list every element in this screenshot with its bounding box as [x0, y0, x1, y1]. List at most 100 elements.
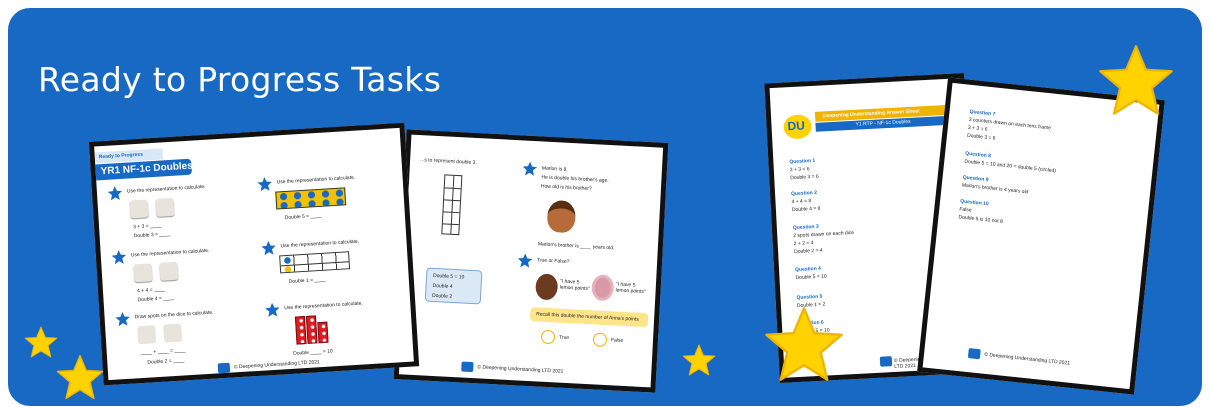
task-sheet-page-2: ...s to represent double 3. Marlon is 8.… — [393, 129, 669, 393]
answer-question: Question 4 — [794, 265, 822, 274]
blank-dice — [137, 325, 157, 345]
equation: Double 3 = ____ — [133, 231, 171, 240]
question-star-icon — [257, 177, 272, 192]
question-star-icon — [522, 161, 538, 176]
question-prompt: Use the representation to calculate. — [126, 183, 206, 195]
answer-sheet-page-2: Question 7 3 counters drawn on each tens… — [917, 77, 1165, 395]
answer-line: 4 + 4 = 8 — [791, 198, 812, 206]
false-option[interactable] — [592, 332, 608, 348]
girl-avatar — [535, 273, 559, 301]
answer-question: Question 7 — [969, 108, 996, 118]
answer-question: Question 5 — [796, 293, 823, 302]
question-prompt: Use the representation to calculate. — [276, 174, 356, 186]
du-logo-small — [217, 362, 231, 374]
du-logo-text: DU — [787, 118, 806, 134]
sheet-footer: © Deepening Understanding LTD 2021 — [983, 351, 1071, 367]
du-logo-small — [879, 356, 893, 367]
answer-line: False — [959, 206, 972, 214]
equation: Double 4 = ____ — [137, 294, 175, 304]
ten-frame-partial — [279, 251, 351, 274]
answer-box: Double 5 = 10 Double 4 Double 2 — [424, 267, 483, 305]
question-star-icon — [107, 186, 123, 201]
question-text: True or False? — [536, 257, 570, 266]
question-star-icon — [111, 250, 127, 265]
question-star-icon — [115, 311, 130, 327]
equation: Double ____ = 10 — [292, 348, 333, 357]
answer-line: Double 3 = 6 — [966, 132, 996, 142]
dice — [129, 199, 149, 219]
star-icon — [24, 326, 58, 358]
answer-box-line: Double 2 — [431, 292, 453, 300]
answer-question: Question 8 — [964, 150, 992, 160]
tens-frame-vertical — [441, 174, 463, 236]
question-prompt: Use the representation to calculate. — [280, 238, 360, 250]
answer-subheader: Y1 RTP - NF-1c Doubles — [855, 118, 911, 128]
speech-text: "I have 5 lemon points" — [559, 278, 590, 293]
answer-line: 3 + 3 = 6 — [967, 124, 988, 133]
answer-line: Double 2 = 4 — [793, 247, 823, 256]
equation: 3 + 3 = ____ — [132, 222, 162, 231]
question-star-icon — [265, 302, 280, 318]
answer-line: Marlon's brother is ____ years old. — [537, 241, 615, 252]
star-icon — [56, 354, 104, 400]
answer-line: Double 5 = 10 and 20 = double 5 (circled… — [964, 158, 1057, 175]
question-prompt: Use the representation to calculate. — [130, 247, 210, 259]
blank-dice — [163, 323, 183, 343]
task-sheet: Ready to Progress YR1 NF-1c Doubles Use … — [88, 122, 420, 386]
cube-tower — [317, 321, 329, 344]
answer-box-line: Double 5 = 10 — [432, 272, 465, 281]
answer-question: Question 2 — [790, 189, 818, 198]
equation: ____ + ____ = ____ — [140, 347, 186, 357]
du-logo-small — [967, 348, 981, 360]
question-text: How old is his brother? — [540, 183, 592, 193]
dice — [155, 197, 175, 217]
answer-line: Double 4 = 8 — [791, 205, 821, 214]
equation: Double 5 = ____ — [284, 212, 322, 222]
equation: Double 2 = ____ — [147, 357, 185, 366]
answer-line: Double 3 = 6 — [790, 173, 819, 182]
sheet-heading: YR1 NF-1c Doubles — [100, 160, 194, 178]
answer-question: Question 1 — [789, 157, 816, 166]
sheet-footer: © Deepening Understanding LTD 2021 — [477, 364, 564, 375]
dice — [159, 261, 179, 281]
question-text: Marlon is 8. — [541, 165, 568, 173]
woman-avatar — [591, 274, 615, 302]
equation: 4 + 4 = ____ — [136, 286, 166, 295]
cube-tower — [294, 316, 307, 345]
cube-tower — [305, 315, 318, 344]
true-option[interactable] — [540, 329, 556, 345]
star-icon — [765, 307, 843, 381]
du-logo-small — [461, 361, 474, 373]
answer-line: 2 spots drawn on each dice — [793, 229, 855, 240]
dice — [133, 263, 153, 283]
answer-line: Double 5 = 10 — [795, 273, 827, 282]
answer-box-line: Double 4 — [432, 282, 453, 290]
answer-line: Double 5 is 10 not 8 — [958, 214, 1004, 225]
speech-text: "I have 5 lemon points" — [615, 281, 646, 296]
answer-question: Question 3 — [792, 223, 819, 232]
question-star-icon — [517, 253, 533, 268]
question-prompt: Use the representation to calculate. — [284, 300, 364, 312]
answer-line: 2 + 2 = 4 — [793, 240, 814, 248]
star-icon — [1099, 45, 1173, 115]
true-label: True — [558, 334, 570, 342]
sheet-footer: © Deepening Understanding LTD 2021 — [233, 359, 321, 371]
recall-text: Recall this double the number of Anna's … — [536, 311, 639, 323]
recall-box: Recall this double the number of Anna's … — [529, 307, 649, 328]
answer-line: Marlon's brother is 4 years old — [961, 182, 1029, 196]
question-star-icon — [261, 240, 276, 256]
question-text: He is double his brother's age. — [541, 174, 609, 184]
false-label: False — [610, 337, 624, 344]
sheet-text: ...s to represent double 3. — [419, 157, 477, 167]
ready-badge-text: Ready to Progress — [98, 151, 144, 161]
boy-avatar — [546, 199, 577, 234]
equation: Double 1 = ____ — [288, 276, 326, 285]
question-prompt: Draw spots on the dice to calculate. — [134, 309, 214, 321]
banner: Ready to Progress Tasks ...s to represen… — [8, 8, 1202, 406]
answer-question: Question 9 — [962, 174, 989, 184]
ten-frame-full — [275, 187, 347, 210]
page-title: Ready to Progress Tasks — [38, 60, 442, 99]
answer-line: 3 + 3 = 6 — [789, 166, 810, 174]
du-logo: DU — [782, 114, 813, 140]
star-icon — [682, 344, 716, 376]
